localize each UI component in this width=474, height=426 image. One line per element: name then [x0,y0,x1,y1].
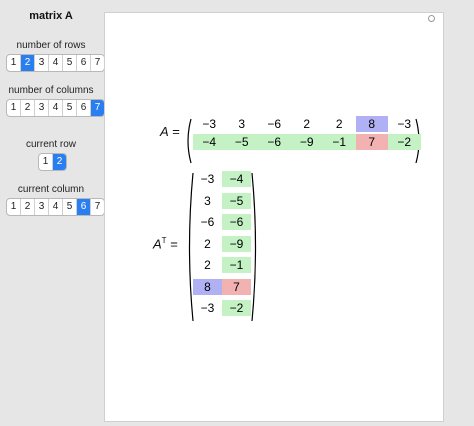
rows-option-2[interactable]: 2 [21,55,35,71]
rows-option-7[interactable]: 7 [91,55,104,71]
columns-option-6[interactable]: 6 [77,100,91,116]
matrix-a-cell-r1c4: 2 [303,117,311,131]
matrix-a-cell-r2c7: −2 [388,134,421,150]
matrix-a-cell-r1c1: −3 [202,117,217,131]
matrix-at-cell-r6c1: 8 [193,278,222,295]
matrix-a-cell-r2c1: −4 [193,134,226,150]
matrix-a-cell-r1c6: 8 [355,116,388,132]
rows-option-3[interactable]: 3 [35,55,49,71]
matrix-a-cell-r2c5: −1 [323,134,356,150]
columns-option-4[interactable]: 4 [49,100,63,116]
matrix-at-cell-r4c1: 2 [204,236,211,251]
rows-option-5[interactable]: 5 [63,55,77,71]
output-panel: A = −3 3 −6 2 2 8 −3 −4 −5 −6 −9 −1 7 −2 AT = −3 −4 3 −5… [104,12,444,422]
columns-option-7[interactable]: 7 [91,100,104,116]
columns-option-1[interactable]: 1 [7,100,21,116]
matrix-at-cell-r7c2: −2 [222,300,251,316]
matrix-at-cell-r3c2: −6 [222,214,251,230]
current-column-selector[interactable]: 1234567 [6,198,105,216]
rows-option-1[interactable]: 1 [7,55,21,71]
controls-sidebar: matrix A number of rows 1234567 number o… [0,0,105,426]
columns-option-5[interactable]: 5 [63,100,77,116]
matrix-at-cell-r6c2: 7 [222,278,251,295]
matrix-a-cell-r2c6: 7 [355,134,388,150]
current-row-option-1[interactable]: 1 [39,154,53,170]
matrix-a-cell-r1c7: −3 [397,117,412,131]
matrix-a-cell-r1c3: −6 [267,117,282,131]
rows-option-6[interactable]: 6 [77,55,91,71]
current-row-label: current row [25,139,76,150]
matrix-a-label: A = [160,124,180,139]
matrix-at-cell-r5c1: 2 [204,258,211,272]
current-row-option-2[interactable]: 2 [53,154,66,170]
controls-title: matrix A [29,10,73,22]
columns-selector[interactable]: 1234567 [6,99,105,117]
rows-selector[interactable]: 1234567 [6,54,105,72]
current-column-option-3[interactable]: 3 [35,199,49,215]
current-column-option-1[interactable]: 1 [7,199,21,215]
rows-label: number of rows [16,40,86,51]
matrix-at-cell-r4c2: −9 [222,235,251,252]
current-column-option-5[interactable]: 5 [63,199,77,215]
cols-label: number of columns [8,85,94,96]
matrix-a-cell-r1c2: 3 [238,117,246,131]
current-column-option-6[interactable]: 6 [77,199,91,215]
options-circle-icon[interactable] [428,15,435,22]
matrix-a-cell-r2c2: −5 [225,134,258,150]
matrix-at-cell-r5c2: −1 [222,257,251,273]
current-column-option-4[interactable]: 4 [49,199,63,215]
matrix-at-cell-r3c1: −6 [200,215,215,229]
matrix-at-cell-r7c1: −3 [200,301,215,315]
columns-option-2[interactable]: 2 [21,100,35,116]
current-column-option-7[interactable]: 7 [91,199,104,215]
matrix-at-cell-r2c2: −5 [222,192,251,209]
matrix-a-cell-r2c4: −9 [290,134,323,150]
matrix-at-label: AT = [153,236,178,252]
matrix-at-cell-r1c2: −4 [222,171,251,187]
matrix-at-cell-r1c1: −3 [200,172,215,186]
matrix-at-cell-r2c1: 3 [204,193,211,208]
current-row-selector[interactable]: 12 [38,153,67,171]
current-column-label: current column [17,184,85,195]
matrix-a-cell-r1c5: 2 [335,117,343,131]
matrix-at-right-paren [251,172,257,322]
columns-option-3[interactable]: 3 [35,100,49,116]
matrix-a-cell-r2c3: −6 [258,134,291,150]
current-column-option-2[interactable]: 2 [21,199,35,215]
rows-option-4[interactable]: 4 [49,55,63,71]
